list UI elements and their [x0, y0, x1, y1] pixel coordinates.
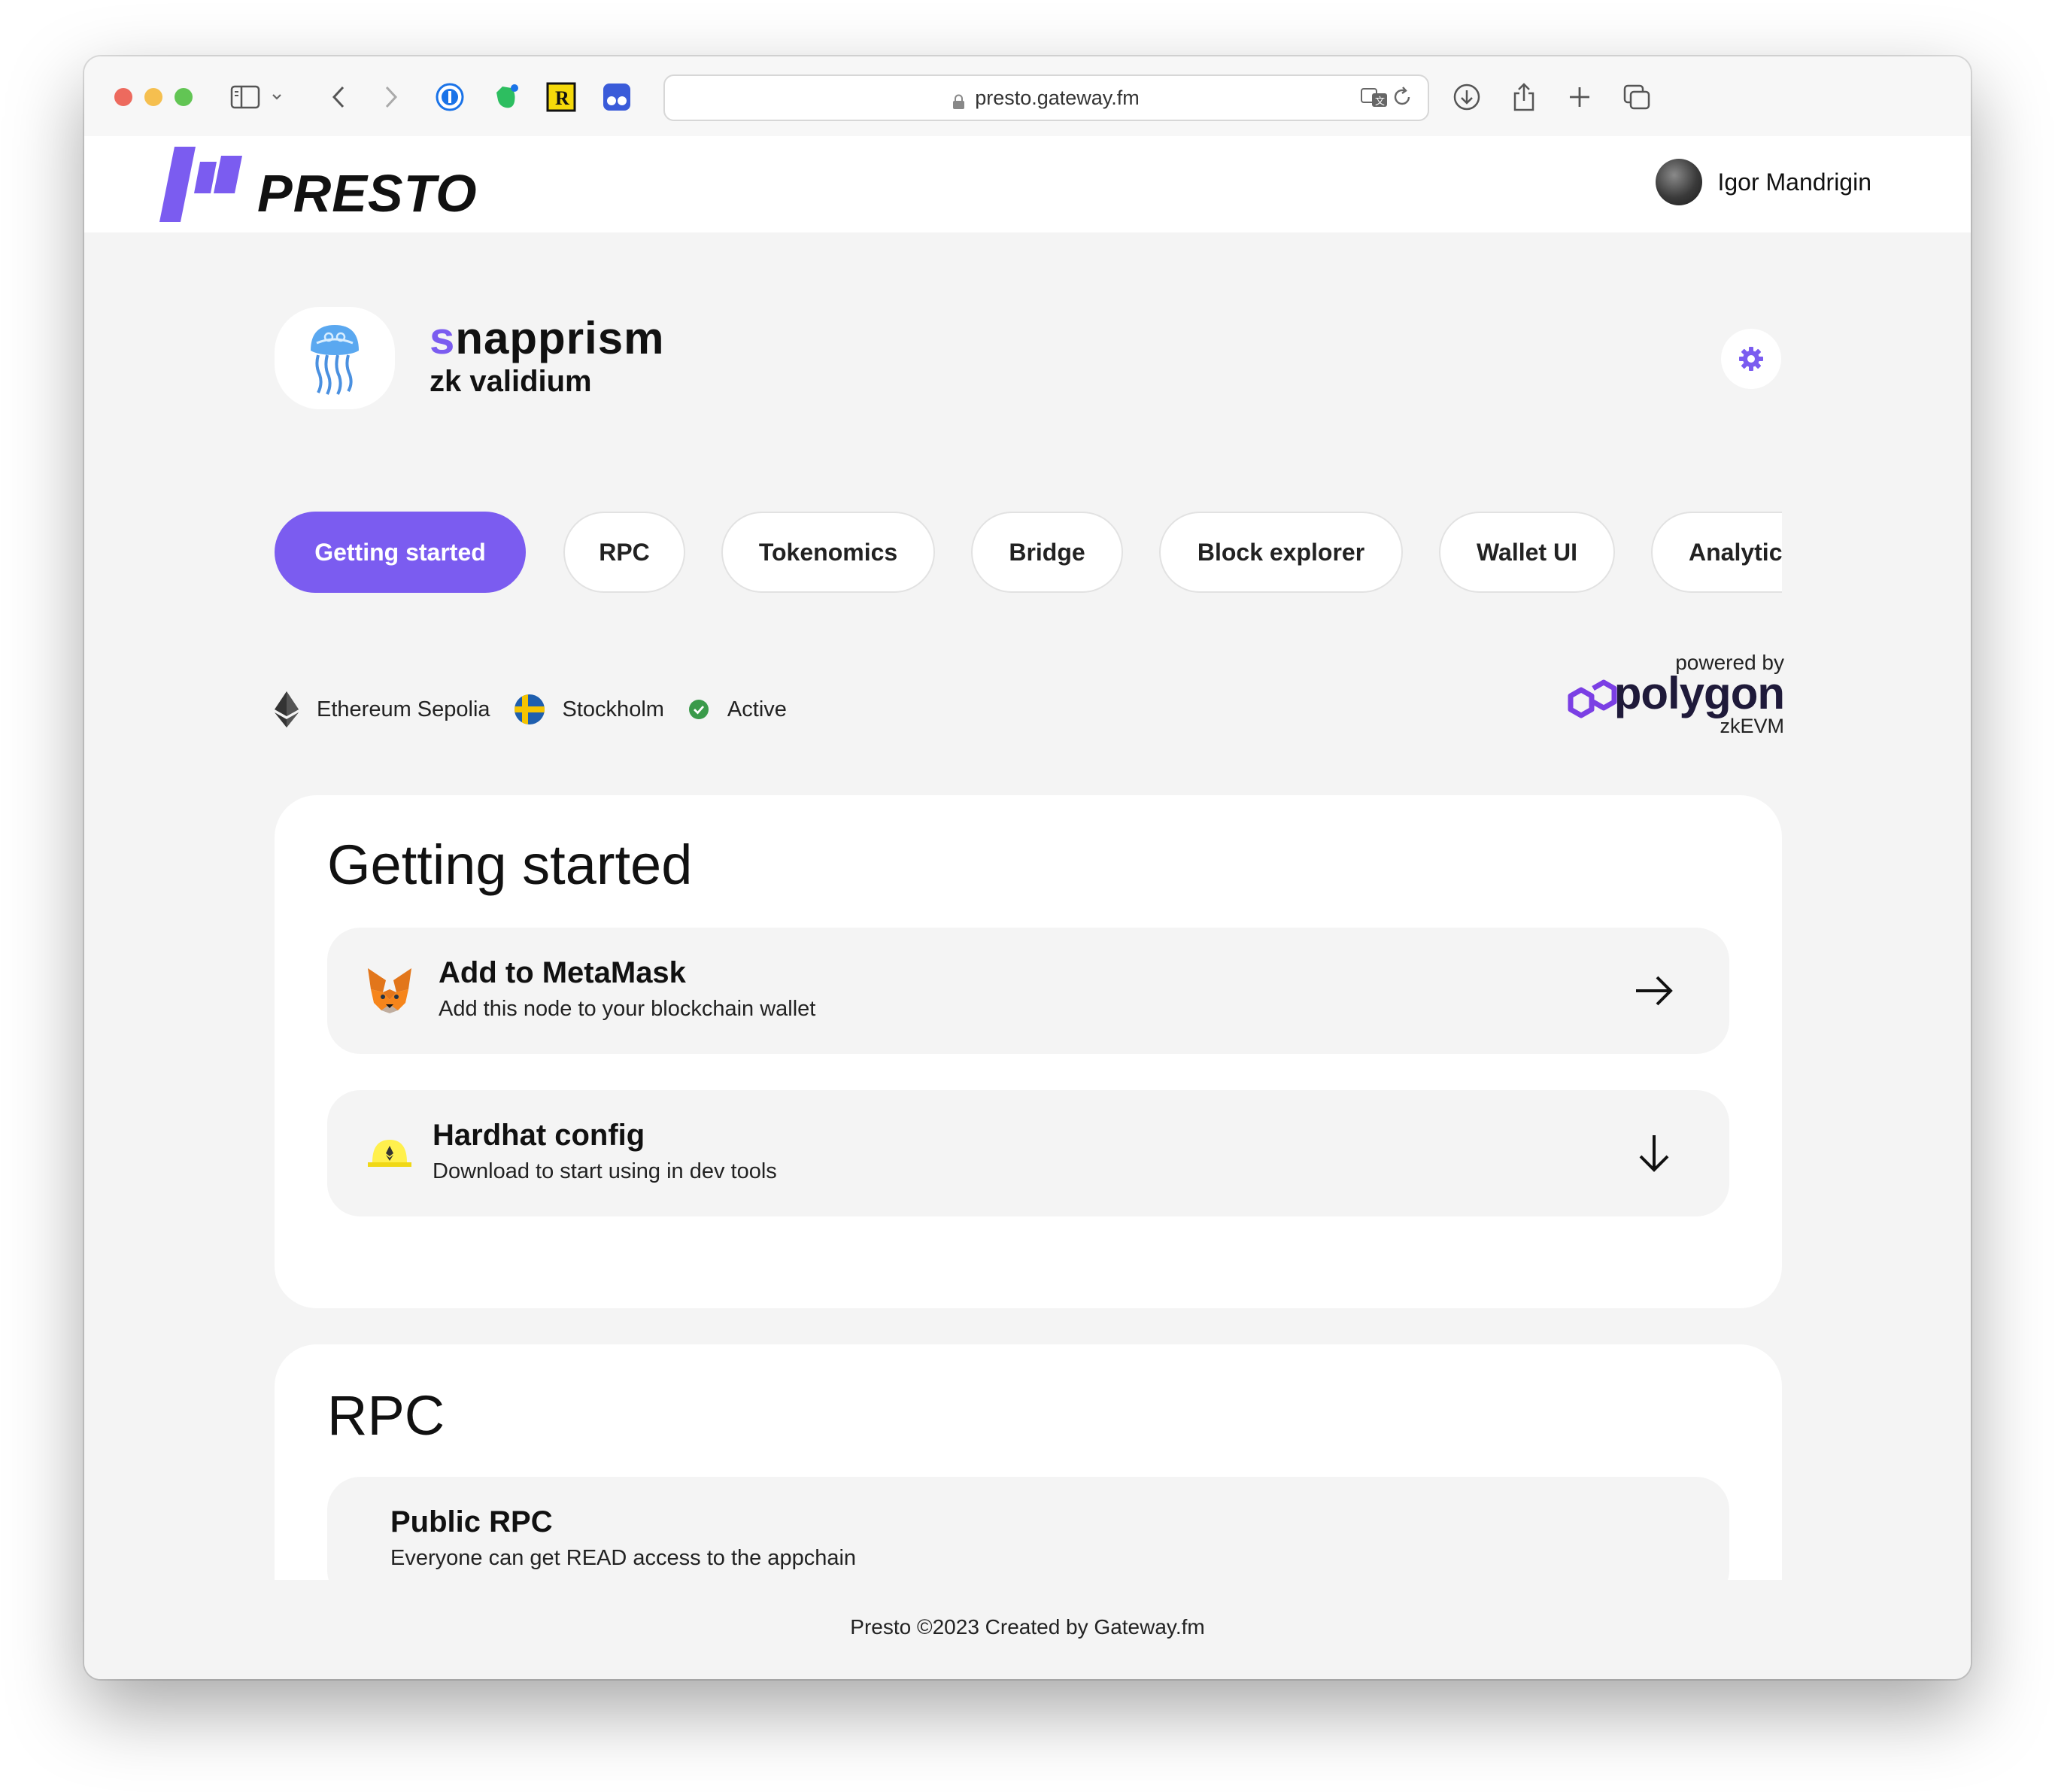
rpc-title: RPC — [327, 1384, 445, 1447]
evernote-extension-icon[interactable] — [487, 79, 524, 115]
browser-toolbar: R presto.gateway.fm 文 — [84, 56, 1971, 138]
back-icon[interactable] — [320, 79, 357, 115]
settings-button[interactable] — [1721, 329, 1781, 389]
share-icon[interactable] — [1506, 79, 1542, 115]
user-menu[interactable]: Igor Mandrigin — [1656, 159, 1871, 205]
downloads-icon[interactable] — [1449, 79, 1485, 115]
hardhat-helmet-icon — [365, 1128, 414, 1177]
powered-by-badge: powered by polygon zkEVM — [1566, 651, 1785, 737]
chain-info: Ethereum Sepolia — [275, 691, 490, 727]
zoom-window-button[interactable] — [175, 88, 193, 106]
password-manager-extension-icon[interactable] — [432, 79, 468, 115]
minimize-window-button[interactable] — [144, 88, 162, 106]
polygon-wordmark: polygon — [1613, 668, 1785, 718]
footer: Presto ©2023 Created by Gateway.fm — [850, 1615, 1205, 1639]
readwise-extension-icon[interactable]: R — [543, 79, 579, 115]
project-name-initial: s — [430, 313, 456, 363]
tab-getting-started[interactable]: Getting started — [275, 512, 526, 593]
chevron-down-icon[interactable] — [268, 79, 286, 115]
extension-icon[interactable] — [599, 79, 635, 115]
chain-name: Ethereum Sepolia — [317, 697, 490, 721]
avatar[interactable] — [1656, 159, 1703, 205]
brand-name[interactable]: PRESTO — [257, 163, 478, 223]
status-info: Active — [688, 697, 787, 722]
project-name: snapprism — [430, 312, 664, 364]
tab-analytics[interactable]: Analytics — [1651, 512, 1782, 593]
tab-block-explorer[interactable]: Block explorer — [1159, 512, 1403, 593]
lock-icon — [953, 91, 965, 109]
new-tab-icon[interactable] — [1562, 79, 1598, 115]
row-title: Public RPC — [390, 1505, 553, 1538]
sidebar-toggle-icon[interactable] — [227, 79, 263, 115]
section-tabs: Getting started RPC Tokenomics Bridge Bl… — [275, 512, 1782, 596]
tab-bridge[interactable]: Bridge — [971, 512, 1123, 593]
hardhat-config-row[interactable]: Hardhat config Download to start using i… — [327, 1090, 1729, 1216]
sweden-flag-icon — [514, 694, 545, 724]
gear-icon — [1739, 347, 1763, 371]
project-avatar — [275, 307, 395, 409]
arrow-right-icon[interactable] — [1632, 968, 1677, 1013]
status-badge: Active — [727, 697, 787, 721]
forward-icon[interactable] — [373, 79, 409, 115]
arrow-down-icon[interactable] — [1632, 1131, 1677, 1176]
jellyfish-icon — [311, 325, 359, 395]
region-name: Stockholm — [562, 697, 664, 721]
getting-started-title: Getting started — [327, 834, 693, 896]
add-to-metamask-row[interactable]: Add to MetaMask Add this node to your bl… — [327, 928, 1729, 1054]
row-title: Add to MetaMask — [439, 956, 686, 989]
user-name: Igor Mandrigin — [1717, 168, 1871, 196]
row-title: Hardhat config — [433, 1119, 645, 1152]
tab-overview-icon[interactable] — [1619, 79, 1655, 115]
project-name-rest: napprism — [455, 313, 665, 363]
app-header: PRESTO Igor Mandrigin — [84, 136, 1971, 232]
browser-window: R presto.gateway.fm 文 PRESTO Igor Mandri… — [84, 56, 1971, 1679]
row-subtitle: Download to start using in dev tools — [433, 1159, 777, 1183]
svg-text:R: R — [555, 87, 569, 109]
network-info: Ethereum Sepolia Stockholm Active — [275, 687, 811, 732]
region-info: Stockholm — [514, 694, 664, 724]
address-bar[interactable]: presto.gateway.fm — [663, 74, 1429, 121]
reload-icon[interactable] — [1384, 79, 1420, 115]
row-subtitle: Add this node to your blockchain wallet — [439, 997, 816, 1021]
tab-wallet-ui[interactable]: Wallet UI — [1439, 512, 1615, 593]
close-window-button[interactable] — [114, 88, 132, 106]
metamask-fox-icon — [365, 965, 414, 1015]
project-type: zk validium — [430, 365, 592, 398]
check-circle-icon — [688, 699, 709, 720]
ethereum-icon — [275, 691, 299, 727]
presto-logo-icon[interactable] — [159, 147, 242, 226]
zkevm-label: zkEVM — [1720, 715, 1784, 737]
row-subtitle: Everyone can get READ access to the appc… — [390, 1546, 857, 1570]
url-text: presto.gateway.fm — [975, 86, 1140, 109]
getting-started-card: Getting started Add to MetaMask Add this… — [275, 795, 1782, 1308]
tab-tokenomics[interactable]: Tokenomics — [721, 512, 935, 593]
tab-rpc[interactable]: RPC — [563, 512, 685, 593]
